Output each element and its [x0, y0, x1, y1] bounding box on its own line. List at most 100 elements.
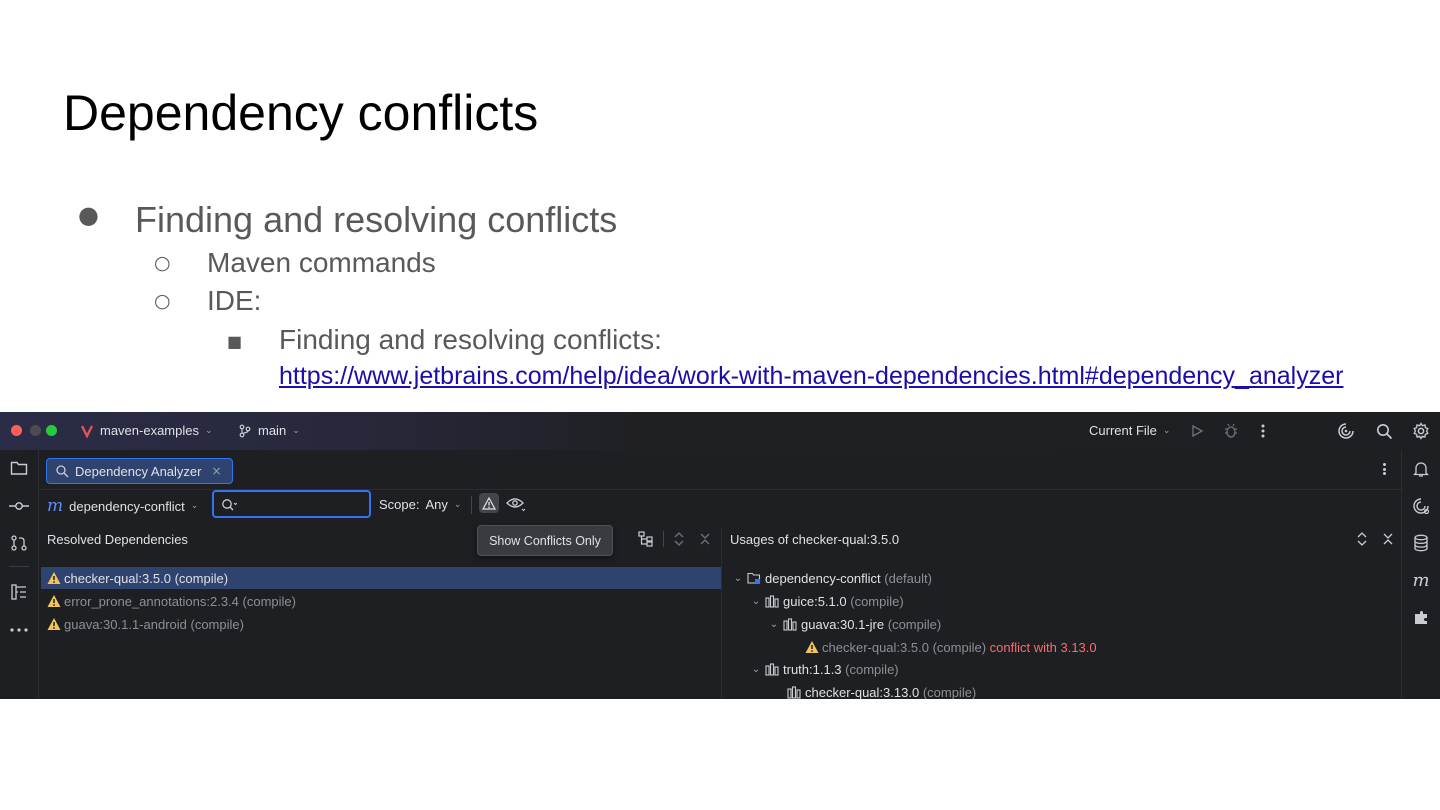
bullet-finding-resolving-ide: Finding and resolving conflicts:: [279, 324, 662, 355]
tree-node-name: dependency-conflict: [765, 570, 881, 586]
collapse-icon: [700, 533, 710, 545]
tree-node[interactable]: ⌄ guava:30.1-jre (compile): [765, 613, 941, 635]
warning-icon: [482, 496, 496, 510]
branch-selector[interactable]: main ⌄: [238, 423, 300, 438]
branch-icon: [239, 424, 251, 437]
run-icon[interactable]: [1186, 420, 1208, 442]
tab-dependency-analyzer[interactable]: Dependency Analyzer ×: [46, 458, 233, 484]
branch-name: main: [258, 423, 287, 438]
bullet-ide: IDE:: [207, 285, 262, 316]
collapse-all-button[interactable]: [1382, 532, 1394, 549]
dependency-analyzer-panel: Dependency Analyzer × m dependency-confl…: [38, 450, 1403, 699]
scope-selector[interactable]: Scope: Any ⌄: [379, 497, 461, 512]
show-conflicts-tooltip: Show Conflicts Only: [477, 525, 613, 556]
usages-header: Usages of checker-qual:3.5.0: [730, 532, 900, 547]
structure-icon[interactable]: [8, 581, 30, 603]
plugins-icon[interactable]: [1410, 607, 1432, 629]
warning-icon: [47, 595, 61, 607]
bullet-finding-resolving: Finding and resolving conflicts: [135, 199, 618, 240]
right-tool-stripe: m: [1402, 450, 1440, 699]
commit-icon[interactable]: [8, 495, 30, 517]
left-tool-stripe: [0, 450, 38, 699]
search-icon: [222, 499, 237, 511]
notifications-icon[interactable]: [1410, 458, 1432, 480]
module-selector[interactable]: m dependency-conflict ⌄: [47, 496, 198, 516]
library-icon: [787, 686, 801, 699]
project-name: maven-examples: [100, 423, 199, 438]
library-icon: [765, 595, 779, 608]
expand-icon: [1357, 532, 1367, 546]
tree-node[interactable]: ⌄ dependency-conflict (default): [729, 567, 932, 589]
chevron-down-icon: ⌄: [769, 618, 779, 630]
chevron-down-icon: ⌄: [751, 663, 761, 675]
maven-icon[interactable]: m: [1410, 569, 1432, 591]
chevron-down-icon: ⌄: [205, 425, 213, 436]
close-icon[interactable]: ×: [211, 464, 221, 478]
close-window-button[interactable]: [11, 425, 22, 436]
settings-icon[interactable]: [1410, 420, 1432, 442]
panel-options-icon[interactable]: [1379, 460, 1389, 478]
run-config-selector[interactable]: Current File ⌄: [1089, 423, 1170, 438]
resolved-dependencies-header: Resolved Dependencies: [47, 532, 188, 547]
tree-node[interactable]: checker-qual:3.13.0 (compile): [787, 681, 976, 699]
tree-node-name: checker-qual:3.5.0: [822, 639, 929, 655]
more-tools-icon[interactable]: [8, 619, 30, 641]
toolbar-separator: [471, 496, 472, 514]
dependency-name: error_prone_annotations:2.3.4: [64, 593, 239, 609]
search-input[interactable]: [212, 490, 371, 518]
maven-module-icon: m: [47, 496, 64, 516]
pane-divider[interactable]: [721, 528, 722, 699]
group-by-button[interactable]: [638, 531, 654, 550]
expand-icon: [674, 532, 684, 546]
tree-node-name: checker-qual:3.13.0: [805, 684, 920, 700]
dependency-scope: (compile): [174, 570, 229, 586]
bullet-square: ■: [227, 332, 243, 351]
collapse-all-button[interactable]: [699, 532, 711, 549]
dependency-scope: (compile): [242, 593, 296, 609]
tree-node[interactable]: ⌄ guice:5.1.0 (compile): [747, 590, 904, 612]
tree-node[interactable]: checker-qual:3.5.0 (compile) conflict wi…: [805, 636, 1097, 658]
warning-icon: [47, 572, 61, 584]
tree-node-name: truth:1.1.3: [783, 661, 842, 677]
bullet-maven-commands: Maven commands: [207, 247, 436, 278]
maven-project-icon: [80, 424, 94, 438]
project-selector[interactable]: maven-examples ⌄: [80, 423, 213, 438]
ai-chat-icon[interactable]: [1410, 495, 1432, 517]
chevron-down-icon: ⌄: [292, 425, 300, 436]
tree-node-name: guava:30.1-jre: [801, 616, 885, 632]
zoom-window-button[interactable]: [46, 425, 57, 436]
bullet-circle: ○: [154, 290, 171, 312]
tab-label: Dependency Analyzer: [75, 463, 202, 479]
list-item[interactable]: error_prone_annotations:2.3.4 (compile): [41, 590, 721, 612]
dependency-scope: (compile): [190, 616, 244, 632]
chevron-down-icon: ⌄: [751, 595, 761, 607]
list-item[interactable]: checker-qual:3.5.0 (compile): [41, 567, 721, 589]
ai-assistant-icon[interactable]: [1335, 420, 1357, 442]
hierarchy-icon: [638, 531, 653, 547]
tree-node-name: guice:5.1.0: [783, 593, 847, 609]
more-icon[interactable]: [1252, 420, 1274, 442]
warning-icon: [47, 618, 61, 630]
debug-icon[interactable]: [1220, 420, 1242, 442]
show-conflicts-only-button[interactable]: [479, 493, 499, 513]
search-icon[interactable]: [1373, 420, 1395, 442]
docs-link[interactable]: https://www.jetbrains.com/help/idea/work…: [279, 362, 1343, 391]
expand-all-button[interactable]: [1356, 531, 1368, 550]
tree-node-scope: (compile): [922, 684, 977, 700]
stripe-separator: [9, 566, 29, 567]
tree-node[interactable]: ⌄ truth:1.1.3 (compile): [747, 658, 899, 680]
module-name: dependency-conflict: [69, 498, 185, 514]
pull-requests-icon[interactable]: [8, 532, 30, 554]
project-icon[interactable]: [8, 457, 30, 479]
minimize-window-button[interactable]: [30, 425, 41, 436]
database-icon[interactable]: [1410, 532, 1432, 554]
title-bar: maven-examples ⌄ main ⌄ Current File ⌄: [0, 412, 1440, 450]
ide-window: maven-examples ⌄ main ⌄ Current File ⌄ m…: [0, 412, 1440, 699]
list-item[interactable]: guava:30.1.1-android (compile): [41, 613, 721, 635]
view-options-button[interactable]: [506, 496, 526, 512]
expand-all-button[interactable]: [673, 531, 685, 550]
run-config-label: Current File: [1089, 423, 1157, 438]
warning-icon: [805, 641, 819, 653]
tree-node-scope: (compile): [845, 661, 899, 677]
bullet-circle: ○: [154, 252, 171, 274]
